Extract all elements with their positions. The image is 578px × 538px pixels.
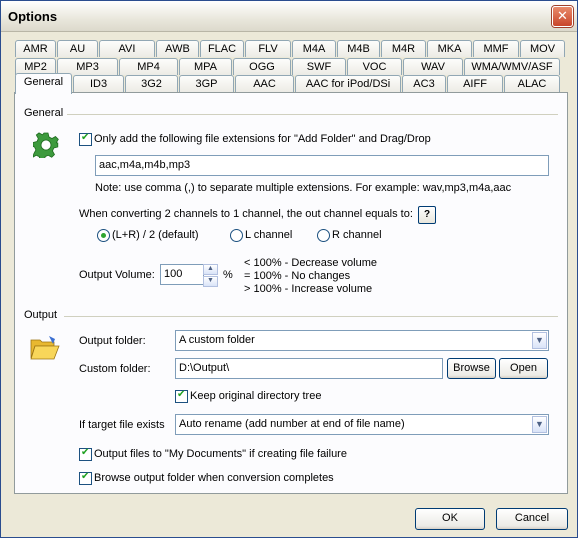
custom-folder-input[interactable]: D:\Output\	[175, 358, 443, 379]
target-exists-select[interactable]: Auto rename (add number at end of file n…	[175, 414, 549, 435]
radio-right-channel-label: R channel	[332, 229, 382, 241]
tab-wav[interactable]: WAV	[403, 58, 463, 75]
volume-hint-decrease: < 100% - Decrease volume	[244, 257, 377, 269]
percent-sign: %	[223, 269, 233, 281]
channel-help-button[interactable]: ?	[418, 206, 436, 224]
gear-icon	[33, 132, 59, 158]
tab-mov[interactable]: MOV	[520, 40, 565, 57]
open-button[interactable]: Open	[499, 358, 548, 379]
volume-hint-increase: > 100% - Increase volume	[244, 283, 373, 295]
tab-mpa[interactable]: MPA	[179, 58, 232, 75]
tab-flac[interactable]: FLAC	[200, 40, 244, 57]
tab-3gp[interactable]: 3GP	[179, 75, 234, 92]
tab-general[interactable]: General	[15, 73, 72, 94]
chevron-down-icon[interactable]: ▼	[532, 332, 547, 349]
browse-button[interactable]: Browse	[447, 358, 496, 379]
close-icon[interactable]: ✕	[552, 6, 573, 27]
browse-output-label: Browse output folder when conversion com…	[94, 472, 334, 484]
only-add-extensions-checkbox[interactable]	[79, 132, 92, 146]
tab-mmf[interactable]: MMF	[473, 40, 519, 57]
chevron-down-icon[interactable]: ▼	[532, 416, 547, 433]
radio-lr-average[interactable]	[97, 229, 110, 242]
tab-mp4[interactable]: MP4	[119, 58, 178, 75]
general-group-label: General	[24, 107, 64, 119]
radio-right-channel[interactable]	[317, 229, 330, 242]
output-group-label: Output	[24, 309, 58, 321]
volume-spinner[interactable]: ▲ ▼	[203, 264, 218, 287]
tab-ac3[interactable]: AC3	[402, 75, 446, 92]
keep-tree-checkbox[interactable]	[175, 389, 188, 403]
tab-wma-wmv-asf[interactable]: WMA/WMV/ASF	[464, 58, 560, 75]
spin-up-icon[interactable]: ▲	[203, 264, 218, 275]
keep-tree-label: Keep original directory tree	[190, 390, 322, 402]
output-folder-value: A custom folder	[179, 334, 255, 346]
radio-left-channel[interactable]	[230, 229, 243, 242]
output-separator	[64, 316, 558, 317]
radio-left-channel-label: L channel	[245, 229, 293, 241]
ok-button[interactable]: OK	[415, 508, 485, 530]
tab-m4r[interactable]: M4R	[381, 40, 426, 57]
radio-lr-average-label: (L+R) / 2 (default)	[112, 229, 199, 241]
window-title: Options	[8, 9, 58, 24]
target-exists-value: Auto rename (add number at end of file n…	[179, 418, 405, 430]
tab-3g2[interactable]: 3G2	[125, 75, 178, 92]
tab-swf[interactable]: SWF	[292, 58, 346, 75]
only-add-extensions-label: Only add the following file extensions f…	[94, 133, 431, 145]
cancel-button[interactable]: Cancel	[496, 508, 568, 530]
tab-flv[interactable]: FLV	[245, 40, 291, 57]
tab-avi[interactable]: AVI	[99, 40, 155, 57]
folder-open-icon	[30, 336, 60, 360]
output-volume-input[interactable]: 100	[160, 264, 204, 285]
tab-awb[interactable]: AWB	[156, 40, 199, 57]
my-documents-checkbox[interactable]	[79, 447, 92, 461]
spin-down-icon[interactable]: ▼	[203, 276, 218, 287]
output-folder-label: Output folder:	[79, 335, 146, 347]
tab-mka[interactable]: MKA	[427, 40, 472, 57]
output-folder-select[interactable]: A custom folder ▼	[175, 330, 549, 351]
extensions-input[interactable]: aac,m4a,m4b,mp3	[95, 155, 549, 176]
my-documents-label: Output files to "My Documents" if creati…	[94, 448, 347, 460]
tab-alac[interactable]: ALAC	[504, 75, 560, 92]
tab-aac[interactable]: AAC	[235, 75, 294, 92]
browse-output-checkbox[interactable]	[79, 471, 92, 485]
target-exists-label: If target file exists	[79, 419, 165, 431]
tab-au[interactable]: AU	[57, 40, 98, 57]
channel-question: When converting 2 channels to 1 channel,…	[79, 208, 413, 220]
title-bar: Options ✕	[1, 1, 577, 32]
tab-amr[interactable]: AMR	[15, 40, 56, 57]
tab-aiff[interactable]: AIFF	[447, 75, 503, 92]
extensions-note: Note: use comma (,) to separate multiple…	[95, 182, 512, 194]
tab-ogg[interactable]: OGG	[233, 58, 291, 75]
tab-m4a[interactable]: M4A	[292, 40, 336, 57]
tab-m4b[interactable]: M4B	[337, 40, 380, 57]
tab-id3[interactable]: ID3	[73, 75, 124, 92]
general-separator	[67, 114, 558, 115]
custom-folder-label: Custom folder:	[79, 363, 151, 375]
options-dialog: Options ✕ AMR AU AVI AWB FLAC FLV M4A M4B M4R MKA…	[0, 0, 578, 538]
tab-voc[interactable]: VOC	[347, 58, 402, 75]
volume-hint-nochange: = 100% - No changes	[244, 270, 351, 282]
tab-aac-for-ipod-dsi[interactable]: AAC for iPod/DSi	[295, 75, 401, 92]
output-volume-label: Output Volume:	[79, 269, 155, 281]
